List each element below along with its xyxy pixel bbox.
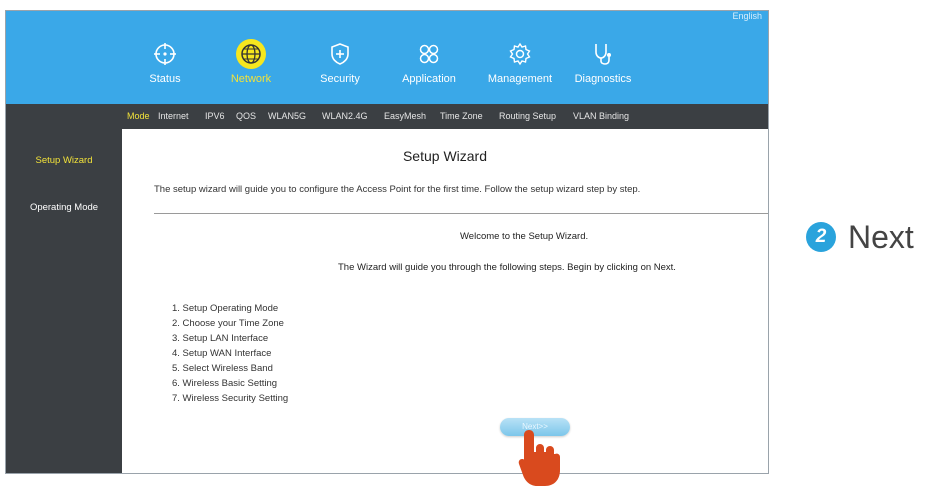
sidebar-item-setup-wizard[interactable]: Setup Wizard (6, 155, 122, 166)
sub-navigation-bar: Mode Internet IPV6 QOS WLAN5G WLAN2.4G E… (122, 104, 768, 129)
nav-diagnostics-label: Diagnostics (574, 73, 632, 85)
nav-application-label: Application (402, 73, 456, 85)
page-title: Setup Wizard (402, 148, 488, 164)
main-content: Setup Wizard The setup wizard will guide… (122, 129, 768, 473)
guide-text: The Wizard will guide you through the fo… (338, 262, 676, 273)
subnav-easymesh[interactable]: EasyMesh (384, 111, 426, 121)
router-admin-screenshot: English Status Network Security Applicat… (5, 10, 769, 474)
step-callout-text: Next (848, 219, 914, 255)
subnav-mode[interactable]: Mode (127, 111, 150, 121)
grid-icon (419, 44, 439, 64)
list-item: 5. Select Wireless Band (172, 363, 273, 374)
subnav-ipv6[interactable]: IPV6 (205, 111, 225, 121)
nav-network[interactable]: Network (206, 39, 296, 85)
subnav-qos[interactable]: QOS (236, 111, 256, 121)
subnav-wlan5g[interactable]: WLAN5G (268, 111, 306, 121)
list-item: 4. Setup WAN Interface (172, 348, 272, 359)
nav-status[interactable]: Status (120, 41, 210, 85)
subnav-vlan-binding[interactable]: VLAN Binding (573, 111, 629, 121)
stethoscope-icon (595, 44, 611, 65)
shield-plus-icon (331, 43, 349, 65)
nav-management-label: Management (487, 73, 553, 85)
step-number-badge: 2 (806, 222, 836, 252)
welcome-text: Welcome to the Setup Wizard. (460, 231, 589, 242)
list-item: 6. Wireless Basic Setting (172, 378, 278, 389)
subnav-time-zone[interactable]: Time Zone (440, 111, 483, 121)
subnav-routing-setup[interactable]: Routing Setup (499, 111, 556, 121)
nav-status-label: Status (149, 73, 181, 85)
list-item: 3. Setup LAN Interface (172, 333, 269, 344)
crosshair-icon (154, 43, 176, 65)
steps-list: 1. Setup Operating Mode 2. Choose your T… (172, 301, 288, 406)
globe-icon (236, 39, 266, 69)
gear-icon (509, 42, 531, 66)
language-selector[interactable]: English (732, 11, 762, 21)
divider (154, 213, 768, 214)
list-item: 2. Choose your Time Zone (172, 318, 284, 329)
subnav-wlan24g[interactable]: WLAN2.4G (322, 111, 368, 121)
nav-management[interactable]: Management (475, 41, 565, 85)
sidebar-item-operating-mode[interactable]: Operating Mode (6, 202, 122, 213)
list-item: 7. Wireless Security Setting (172, 393, 289, 404)
nav-application[interactable]: Application (384, 41, 474, 85)
sidebar: Setup Wizard Operating Mode (6, 104, 122, 473)
nav-network-label: Network (230, 73, 272, 85)
subnav-internet[interactable]: Internet (158, 111, 189, 121)
pointing-hand-icon (518, 430, 560, 486)
nav-security[interactable]: Security (295, 41, 385, 85)
nav-security-label: Security (320, 73, 360, 85)
intro-text: The setup wizard will guide you to confi… (154, 184, 641, 195)
nav-diagnostics[interactable]: Diagnostics (558, 41, 648, 85)
list-item: 1. Setup Operating Mode (172, 303, 279, 314)
top-navigation-bar: English Status Network Security Applicat… (6, 11, 768, 104)
